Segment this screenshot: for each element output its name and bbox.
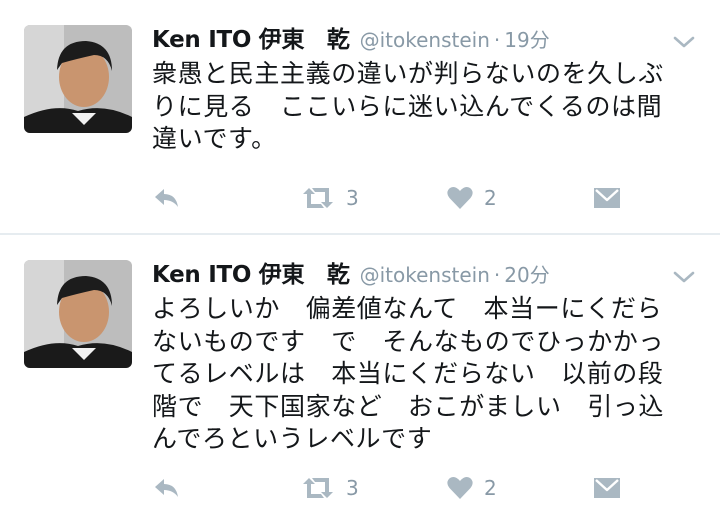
- reply-icon: [152, 475, 182, 501]
- like-button[interactable]: 2: [446, 470, 497, 506]
- direct-message-icon: [592, 475, 622, 501]
- reply-button[interactable]: [152, 180, 182, 216]
- avatar[interactable]: [24, 25, 132, 133]
- tweet-header: Ken ITO 伊東 乾 @itokenstein · 20分: [152, 255, 550, 295]
- direct-message-icon: [592, 185, 622, 211]
- retweet-count: 3: [346, 476, 359, 500]
- tweet-text-line: 衆愚と民主主義の違いが判らないのを久しぶ: [152, 59, 665, 88]
- retweet-icon: [300, 185, 336, 211]
- separator: ·: [493, 28, 501, 52]
- retweet-button[interactable]: 3: [300, 180, 359, 216]
- tweet[interactable]: Ken ITO 伊東 乾 @itokenstein · 19分 衆愚と民主主義の…: [0, 0, 720, 233]
- tweet-actions: 3 2: [152, 180, 632, 216]
- heart-icon: [446, 185, 474, 211]
- tweet-text-line: 違いです。: [152, 124, 277, 153]
- timestamp[interactable]: 19分: [504, 24, 549, 53]
- tweet-header: Ken ITO 伊東 乾 @itokenstein · 19分: [152, 20, 550, 60]
- reply-button[interactable]: [152, 470, 182, 506]
- timestamp[interactable]: 20分: [504, 259, 549, 288]
- tweet-text-line: りに見る ここいらに迷い込んでくるのは間: [152, 91, 663, 121]
- retweet-count: 3: [346, 186, 359, 210]
- tweet-actions: 3 2: [152, 470, 632, 506]
- author-name[interactable]: Ken ITO 伊東 乾: [152, 255, 350, 289]
- like-count: 2: [484, 186, 497, 210]
- separator: ·: [493, 263, 501, 287]
- author-handle[interactable]: @itokenstein: [360, 28, 490, 52]
- retweet-button[interactable]: 3: [300, 470, 359, 506]
- chevron-down-icon[interactable]: [672, 34, 696, 50]
- tweet[interactable]: Ken ITO 伊東 乾 @itokenstein · 20分 よろしいか 偏差…: [0, 235, 720, 524]
- retweet-icon: [300, 475, 336, 501]
- tweet-text-line: よろしいか 偏差値なんて 本当ーにくだら: [152, 294, 663, 323]
- tweet-text-line: てるレベルは 本当にくだらない 以前の段: [152, 359, 664, 388]
- tweet-text-line: んでろというレベルです: [152, 424, 433, 453]
- author-name[interactable]: Ken ITO 伊東 乾: [152, 20, 350, 54]
- tweet-text-line: ないものです で そんなものでひっかかっ: [152, 326, 665, 356]
- tweet-text: よろしいか 偏差値なんて 本当ーにくだら ないものです で そんなものでひっかか…: [152, 293, 700, 456]
- direct-message-button[interactable]: [592, 180, 622, 216]
- tweet-text-line: 階で 天下国家など おこがましい 引っ込: [152, 391, 665, 421]
- author-handle[interactable]: @itokenstein: [360, 263, 490, 287]
- reply-icon: [152, 185, 182, 211]
- direct-message-button[interactable]: [592, 470, 622, 506]
- chevron-down-icon[interactable]: [672, 269, 696, 285]
- tweet-text: 衆愚と民主主義の違いが判らないのを久しぶ りに見る ここいらに迷い込んでくるのは…: [152, 58, 700, 156]
- like-count: 2: [484, 476, 497, 500]
- like-button[interactable]: 2: [446, 180, 497, 216]
- avatar[interactable]: [24, 260, 132, 368]
- heart-icon: [446, 475, 474, 501]
